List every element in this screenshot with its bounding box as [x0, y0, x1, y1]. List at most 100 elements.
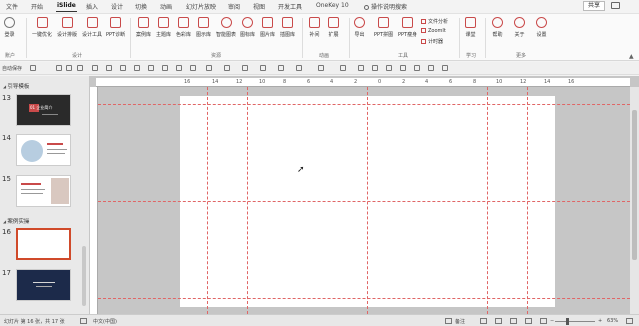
illustration-library-button[interactable]: 插图库 [280, 17, 295, 38]
login-button[interactable]: 登录 [4, 17, 15, 38]
icon-lib2-button[interactable]: 图标库 [240, 17, 255, 38]
fill-icon[interactable] [176, 65, 182, 71]
square-icon[interactable] [386, 65, 392, 71]
section-case-practice[interactable]: 案例实操 [3, 217, 29, 225]
slide-sorter-icon[interactable] [510, 318, 517, 324]
chart-icon[interactable] [278, 65, 284, 71]
guide-line[interactable] [98, 298, 630, 299]
help-button[interactable]: 帮助 [492, 17, 503, 38]
settings-button[interactable]: 设置 [536, 17, 547, 38]
tab-view[interactable]: 视图 [253, 2, 265, 11]
pen-icon[interactable] [340, 65, 346, 71]
extend-button[interactable]: 扩展 [328, 17, 339, 38]
slide-thumbnail-14[interactable] [16, 134, 71, 166]
save-icon[interactable] [56, 65, 62, 71]
tab-review[interactable]: 审阅 [228, 2, 240, 11]
redo-icon[interactable] [77, 65, 83, 71]
ppt-puzzle-button[interactable]: PPT拼图 [374, 17, 393, 38]
tween-button[interactable]: 补间 [309, 17, 320, 38]
ppt-diagnose-button[interactable]: PPT诊断 [106, 17, 125, 38]
fit-to-window-icon[interactable] [626, 318, 633, 324]
design-layout-label: 设计排版 [57, 32, 78, 38]
tab-developer[interactable]: 开发工具 [278, 2, 302, 11]
layers-icon[interactable] [414, 65, 420, 71]
one-click-optimize-button[interactable]: 一键优化 [32, 17, 52, 38]
tab-transitions[interactable]: 切换 [135, 2, 147, 11]
about-button[interactable]: 关于 [514, 17, 525, 38]
zoom-level[interactable]: 63% [607, 318, 618, 324]
case-library-button[interactable]: 案例库 [136, 17, 151, 38]
star-icon[interactable] [400, 65, 406, 71]
timer-button[interactable]: 计时器 [421, 38, 443, 45]
collapse-ribbon-icon[interactable]: ▲ [629, 53, 634, 60]
design-layout-button[interactable]: 设计排版 [57, 17, 77, 38]
image-library-button[interactable]: 图片库 [260, 17, 275, 38]
slide-thumbnail-15[interactable] [16, 175, 71, 207]
slide-thumbnail-17[interactable] [16, 269, 71, 301]
slide-thumbnail-16[interactable] [16, 228, 71, 260]
tab-islide[interactable]: iSlide [56, 2, 77, 12]
rotate-icon[interactable] [162, 65, 168, 71]
ppt-slim-button[interactable]: PPT瘦身 [398, 17, 417, 38]
shape-icon[interactable] [106, 65, 112, 71]
autosave-toggle-icon[interactable] [30, 65, 36, 71]
color-library-button[interactable]: 色彩库 [176, 17, 191, 38]
zoom-slider[interactable] [555, 321, 595, 322]
editor-scrollbar-thumb[interactable] [632, 110, 637, 260]
tab-animations[interactable]: 动画 [160, 2, 172, 11]
case-library-label: 案例库 [136, 32, 152, 38]
table-icon[interactable] [260, 65, 266, 71]
zoom-in-icon[interactable]: + [598, 318, 602, 324]
language-status[interactable]: 中文(中国) [93, 318, 117, 325]
icon-library-label: 图示库 [196, 32, 212, 38]
optimize-icon [36, 17, 48, 28]
design-tools-button[interactable]: 设计工具 [82, 17, 102, 38]
smart-chart-button[interactable]: 智能图表 [216, 17, 236, 38]
zoom-out-icon[interactable]: − [550, 318, 554, 324]
tab-home[interactable]: 开始 [31, 2, 43, 11]
eyedropper-icon[interactable] [358, 65, 364, 71]
classroom-button[interactable]: 课堂 [465, 17, 476, 38]
tab-file[interactable]: 文件 [6, 2, 18, 11]
picture-icon[interactable] [242, 65, 248, 71]
file-analysis-button[interactable]: 文件分析 [421, 18, 448, 25]
start-slideshow-icon[interactable] [92, 65, 98, 71]
slide-thumbnail-13[interactable]: 01 企业简介 [16, 94, 71, 126]
outline-icon[interactable] [190, 65, 196, 71]
group-icon[interactable] [148, 65, 154, 71]
normal-view-icon[interactable] [495, 318, 502, 324]
section-guide-templates[interactable]: 引导模板 [3, 82, 29, 90]
font-color-icon[interactable] [296, 65, 302, 71]
reading-view-icon[interactable] [525, 318, 532, 324]
distribute-icon[interactable] [428, 65, 434, 71]
icon-library-button[interactable]: 图示库 [196, 17, 211, 38]
tab-design[interactable]: 设计 [111, 2, 123, 11]
tab-onekey[interactable]: OneKey 10 [316, 2, 349, 9]
theme-library-button[interactable]: 主题库 [156, 17, 171, 38]
grid-icon[interactable] [372, 65, 378, 71]
comments-icon[interactable] [480, 318, 487, 324]
tab-slideshow[interactable]: 幻灯片放映 [186, 2, 216, 11]
slideshow-view-icon[interactable] [540, 318, 547, 324]
group-separator [130, 18, 131, 58]
comment-icon[interactable] [611, 2, 620, 9]
smart-chart-label: 智能图表 [216, 32, 237, 38]
undo-icon[interactable] [66, 65, 72, 71]
thumbnail-scrollbar[interactable] [82, 246, 86, 306]
tell-me-search[interactable]: 操作说明搜索 [364, 2, 407, 11]
guide-line[interactable] [98, 104, 630, 105]
share-button[interactable]: 共享 [583, 1, 605, 11]
zoom-slider-knob[interactable] [565, 318, 569, 325]
text-box-icon[interactable] [206, 65, 212, 71]
more-tools-icon[interactable] [442, 65, 448, 71]
text-color-icon[interactable] [318, 65, 324, 71]
format-painter-icon[interactable] [224, 65, 230, 71]
export-button[interactable]: 导出 [354, 17, 365, 38]
guide-line[interactable] [98, 201, 630, 202]
spellcheck-icon[interactable] [80, 318, 87, 324]
arrange-icon[interactable] [134, 65, 140, 71]
align-icon[interactable] [120, 65, 126, 71]
notes-button[interactable]: 备注 [455, 318, 465, 325]
zoomit-button[interactable]: ZoomIt [421, 28, 446, 34]
tab-insert[interactable]: 插入 [86, 2, 98, 11]
